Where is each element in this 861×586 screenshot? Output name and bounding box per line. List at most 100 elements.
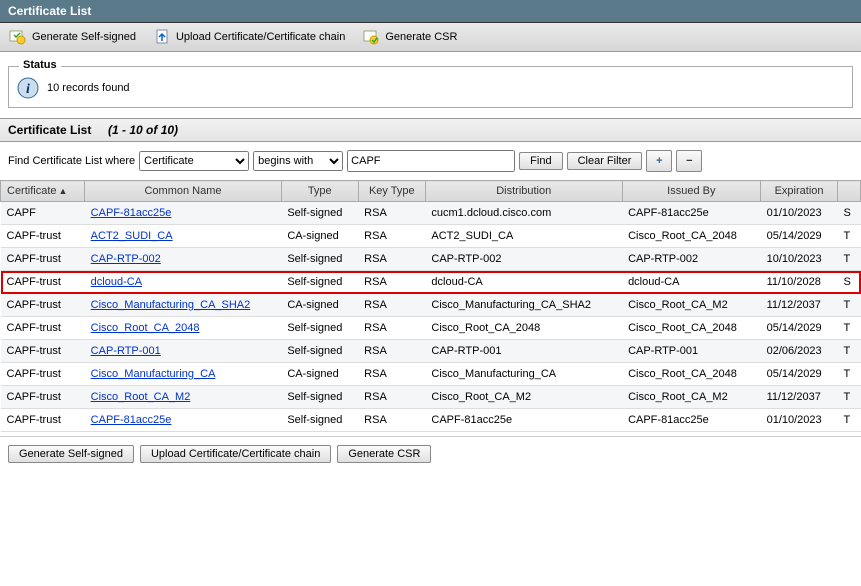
common-name-link[interactable]: ACT2_SUDI_CA	[91, 230, 173, 242]
cell-issued-by: Cisco_Root_CA_2048	[622, 225, 761, 248]
table-row: CAPF-trustCAP-RTP-002Self-signedRSACAP-R…	[1, 248, 861, 271]
cell-certificate: CAPF-trust	[1, 271, 85, 294]
toolbar-upload-cert-label: Upload Certificate/Certificate chain	[176, 31, 345, 43]
filter-prefix: Find Certificate List where	[8, 155, 135, 167]
cell-type: Self-signed	[281, 202, 358, 225]
clear-filter-button[interactable]: Clear Filter	[567, 152, 643, 170]
cell-key-type: RSA	[358, 317, 425, 340]
cell-tail: T	[838, 225, 861, 248]
footer-upload-cert[interactable]: Upload Certificate/Certificate chain	[140, 445, 331, 463]
cell-common-name: Cisco_Root_CA_2048	[85, 317, 282, 340]
cell-distribution: dcloud-CA	[425, 271, 622, 294]
cell-key-type: RSA	[358, 409, 425, 432]
toolbar-upload-cert[interactable]: Upload Certificate/Certificate chain	[152, 27, 345, 47]
common-name-link[interactable]: CAP-RTP-002	[91, 253, 161, 265]
cell-distribution: CAP-RTP-002	[425, 248, 622, 271]
cell-issued-by: Cisco_Root_CA_2048	[622, 363, 761, 386]
table-row: CAPF-trustCisco_Root_CA_2048Self-signedR…	[1, 317, 861, 340]
common-name-link[interactable]: CAPF-81acc25e	[91, 414, 172, 426]
cell-certificate: CAPF-trust	[1, 386, 85, 409]
cell-distribution: CAP-RTP-001	[425, 340, 622, 363]
footer-buttons: Generate Self-signed Upload Certificate/…	[0, 436, 861, 471]
cell-type: CA-signed	[281, 363, 358, 386]
section-header: Certificate List (1 - 10 of 10)	[0, 118, 861, 142]
column-header[interactable]: Certificate▲	[1, 181, 85, 202]
toolbar-generate-self-signed[interactable]: Generate Self-signed	[8, 27, 136, 47]
cell-expiration: 02/06/2023	[761, 340, 838, 363]
column-header[interactable]: Issued By	[622, 181, 761, 202]
cell-tail: T	[838, 248, 861, 271]
cell-common-name: Cisco_Manufacturing_CA	[85, 363, 282, 386]
table-row: CAPF-trustCAPF-81acc25eSelf-signedRSACAP…	[1, 409, 861, 432]
footer-generate-csr[interactable]: Generate CSR	[337, 445, 431, 463]
cell-expiration: 11/10/2028	[761, 271, 838, 294]
cell-distribution: cucm1.dcloud.cisco.com	[425, 202, 622, 225]
cell-type: Self-signed	[281, 248, 358, 271]
cell-distribution: Cisco_Manufacturing_CA_SHA2	[425, 294, 622, 317]
cell-common-name: CAP-RTP-001	[85, 340, 282, 363]
common-name-link[interactable]: Cisco_Manufacturing_CA_SHA2	[91, 299, 251, 311]
generate-csr-icon	[361, 27, 381, 47]
cell-tail: S	[838, 271, 861, 294]
common-name-link[interactable]: Cisco_Manufacturing_CA	[91, 368, 216, 380]
table-row: CAPFCAPF-81acc25eSelf-signedRSAcucm1.dcl…	[1, 202, 861, 225]
table-row: CAPF-trustACT2_SUDI_CACA-signedRSAACT2_S…	[1, 225, 861, 248]
cell-distribution: Cisco_Manufacturing_CA	[425, 363, 622, 386]
cell-certificate: CAPF-trust	[1, 363, 85, 386]
common-name-link[interactable]: CAP-RTP-001	[91, 345, 161, 357]
certificate-table: Certificate▲Common NameTypeKey TypeDistr…	[0, 180, 861, 432]
toolbar-generate-csr-label: Generate CSR	[385, 31, 457, 43]
filter-field-select[interactable]: Certificate	[139, 151, 249, 171]
cell-common-name: CAP-RTP-002	[85, 248, 282, 271]
cell-common-name: Cisco_Root_CA_M2	[85, 386, 282, 409]
cell-certificate: CAPF-trust	[1, 317, 85, 340]
cell-tail: T	[838, 363, 861, 386]
window-title: Certificate List	[0, 0, 861, 23]
table-row: CAPF-trustdcloud-CASelf-signedRSAdcloud-…	[1, 271, 861, 294]
section-title: Certificate List	[8, 123, 91, 137]
column-header[interactable]: Key Type	[358, 181, 425, 202]
cell-expiration: 05/14/2029	[761, 317, 838, 340]
cell-issued-by: Cisco_Root_CA_2048	[622, 317, 761, 340]
cell-expiration: 01/10/2023	[761, 202, 838, 225]
column-header[interactable]: Common Name	[85, 181, 282, 202]
toolbar-generate-csr[interactable]: Generate CSR	[361, 27, 457, 47]
add-filter-button[interactable]: +	[646, 150, 672, 172]
cell-issued-by: CAP-RTP-001	[622, 340, 761, 363]
common-name-link[interactable]: CAPF-81acc25e	[91, 207, 172, 219]
cell-key-type: RSA	[358, 363, 425, 386]
footer-generate-self-signed[interactable]: Generate Self-signed	[8, 445, 134, 463]
cell-expiration: 05/14/2029	[761, 225, 838, 248]
section-range: (1 - 10 of 10)	[108, 123, 178, 137]
common-name-link[interactable]: dcloud-CA	[91, 276, 142, 288]
cell-expiration: 01/10/2023	[761, 409, 838, 432]
cell-issued-by: dcloud-CA	[622, 271, 761, 294]
cell-key-type: RSA	[358, 294, 425, 317]
cell-key-type: RSA	[358, 386, 425, 409]
filter-op-select[interactable]: begins with	[253, 151, 343, 171]
cell-common-name: CAPF-81acc25e	[85, 202, 282, 225]
filter-value-input[interactable]	[347, 150, 515, 172]
column-header[interactable]: Type	[281, 181, 358, 202]
column-header[interactable]: Expiration	[761, 181, 838, 202]
column-header[interactable]: Distribution	[425, 181, 622, 202]
remove-filter-button[interactable]: −	[676, 150, 702, 172]
svg-text:i: i	[26, 82, 30, 97]
cell-common-name: Cisco_Manufacturing_CA_SHA2	[85, 294, 282, 317]
cell-certificate: CAPF-trust	[1, 409, 85, 432]
cell-type: Self-signed	[281, 409, 358, 432]
column-header[interactable]	[838, 181, 861, 202]
cell-type: Self-signed	[281, 386, 358, 409]
cell-distribution: ACT2_SUDI_CA	[425, 225, 622, 248]
cell-certificate: CAPF-trust	[1, 225, 85, 248]
common-name-link[interactable]: Cisco_Root_CA_M2	[91, 391, 191, 403]
cell-certificate: CAPF	[1, 202, 85, 225]
find-button[interactable]: Find	[519, 152, 562, 170]
plus-icon: +	[656, 155, 662, 167]
upload-cert-icon	[152, 27, 172, 47]
cell-type: Self-signed	[281, 340, 358, 363]
common-name-link[interactable]: Cisco_Root_CA_2048	[91, 322, 200, 334]
cell-tail: T	[838, 409, 861, 432]
cell-tail: T	[838, 294, 861, 317]
cell-certificate: CAPF-trust	[1, 340, 85, 363]
